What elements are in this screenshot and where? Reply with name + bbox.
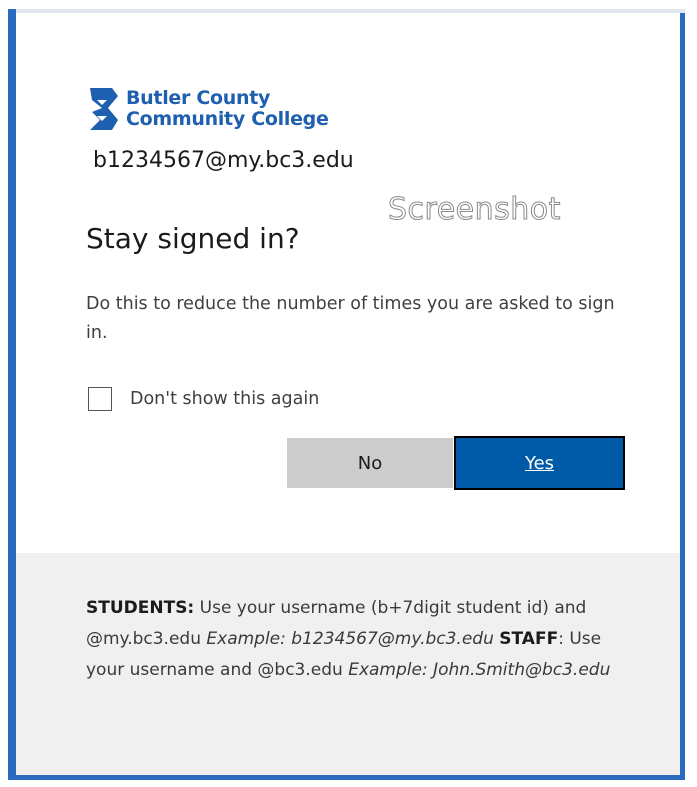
college-logo: Butler County Community College <box>88 86 329 132</box>
dont-show-again-checkbox[interactable] <box>88 387 112 411</box>
dialog-description: Do this to reduce the number of times yo… <box>86 294 615 343</box>
students-example: Example: b1234567@my.bc3.edu <box>206 629 494 649</box>
screenshot-watermark: Screenshot <box>388 192 561 228</box>
dont-show-again-label[interactable]: Don't show this again <box>130 389 319 409</box>
students-label: STUDENTS: <box>86 598 195 618</box>
dont-show-again-row[interactable]: Don't show this again <box>88 387 319 411</box>
college-name: Butler County Community College <box>126 88 329 130</box>
footer-panel: STUDENTS: Use your username (b+7digit st… <box>16 553 680 775</box>
staff-label: STAFF <box>499 629 559 649</box>
account-email: b1234567@my.bc3.edu <box>93 148 354 173</box>
dialog-top-border <box>8 9 685 13</box>
footer-instructions: STUDENTS: Use your username (b+7digit st… <box>86 593 626 686</box>
bc3-logo-icon <box>90 88 118 130</box>
college-name-line2: Community College <box>126 108 329 130</box>
dialog-left-border <box>8 9 16 780</box>
no-button[interactable]: No <box>287 438 453 488</box>
yes-button[interactable]: Yes <box>454 436 625 490</box>
staff-example: Example: John.Smith@bc3.edu <box>348 660 611 680</box>
page-title: Stay signed in? <box>86 222 300 255</box>
college-name-line1: Butler County <box>126 87 271 109</box>
